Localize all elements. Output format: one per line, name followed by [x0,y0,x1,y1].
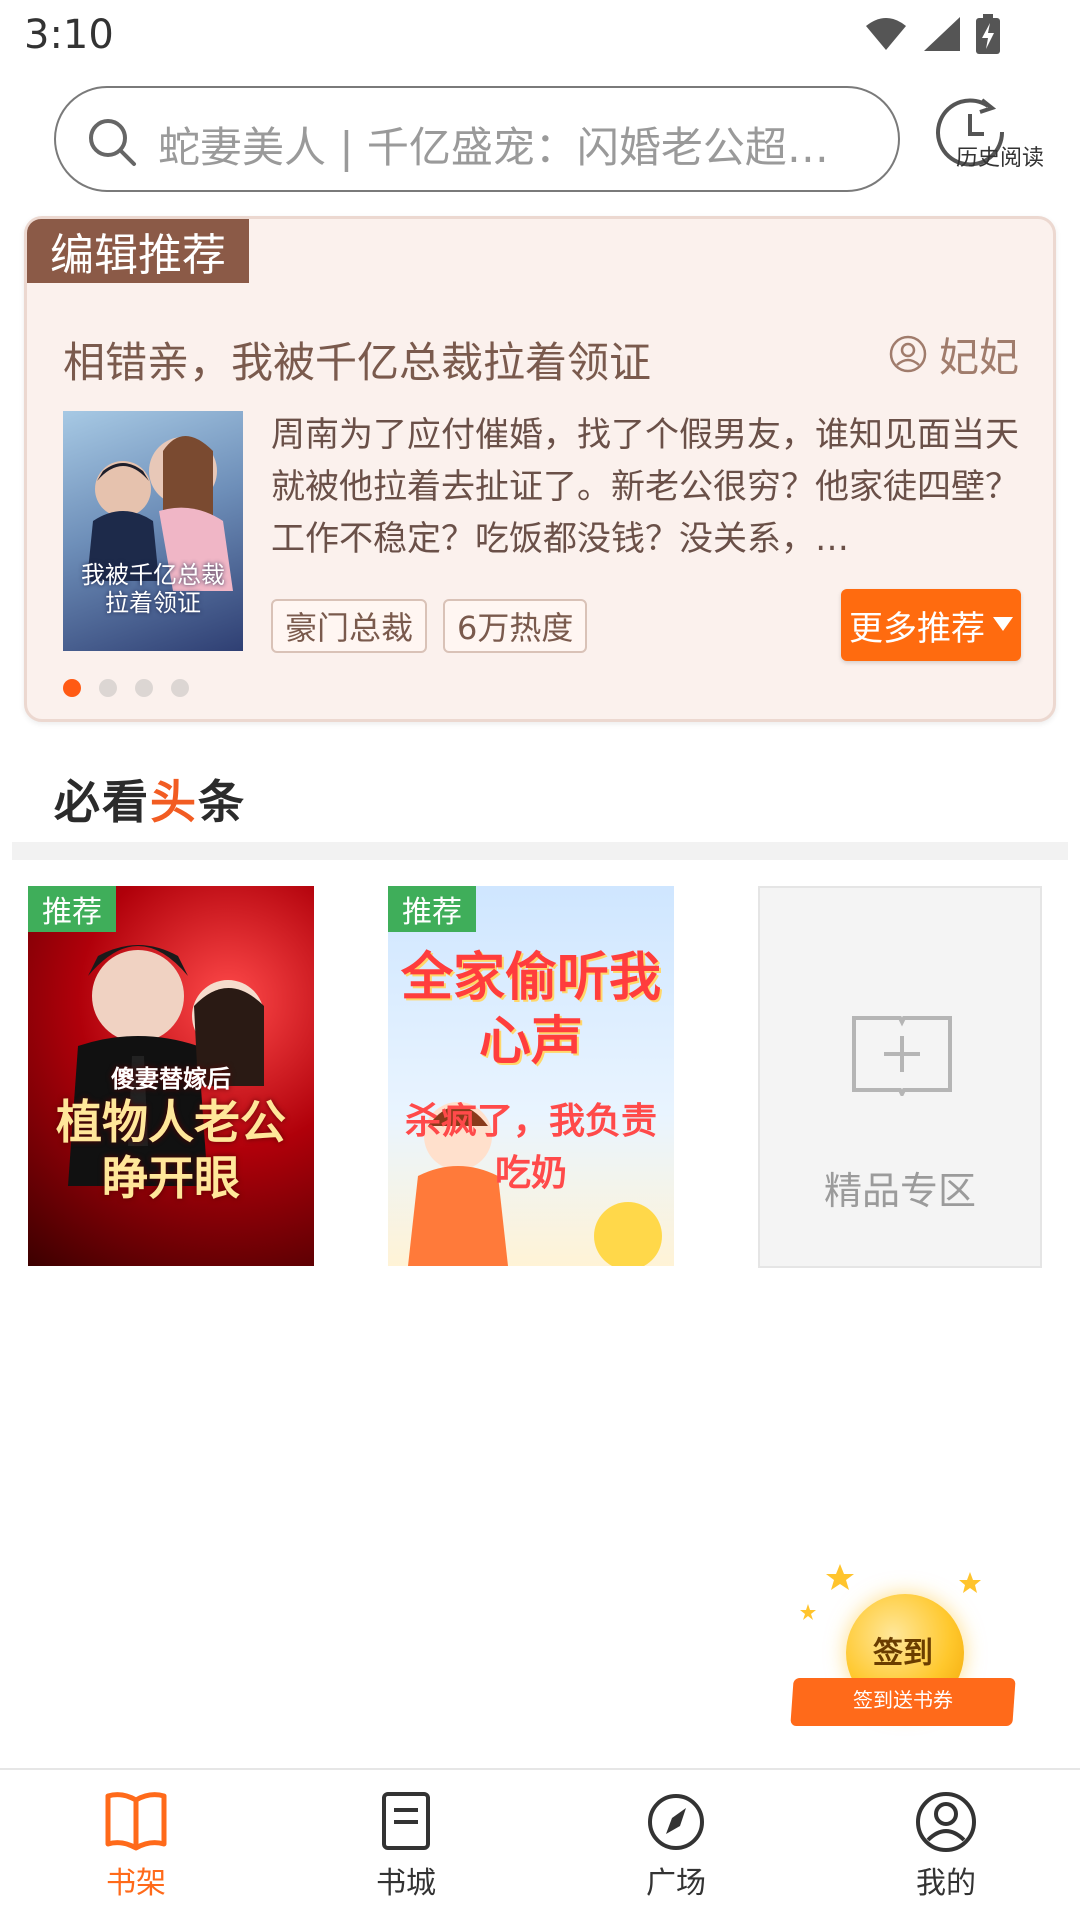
compass-icon [648,1794,704,1850]
author-name: 妃妃 [939,335,1019,381]
book-cover-main-title: 全家偷听我心声 [400,948,661,1072]
premium-zone-label: 精品专区 [823,1169,976,1213]
popularity-chip: 6万热度 [443,599,588,653]
editor-recommend-tag: 编辑推荐 [27,219,249,283]
status-icons [864,14,1000,54]
search-icon [89,119,136,166]
history-reading-label: 历史阅读 [956,146,1045,171]
history-reading-button[interactable]: 历史阅读 [928,96,1052,182]
book-card[interactable]: 推荐 傻妻替嫁后 植物人老公睁开眼 [28,886,314,1266]
search-row: 蛇妻美人 | 千亿盛宠：闪婚老公超能… 历史阅读 [0,86,1080,192]
book-card[interactable]: 推荐 全家偷听我心声 杀疯了，我负责吃奶 [388,886,674,1266]
editor-recommend-card[interactable]: 编辑推荐 相错亲，我被千亿总裁拉着领证 妃妃 我被千亿总裁拉着领证 周南为了应付… [24,216,1056,722]
book-cover-main-title: 植物人老公睁开眼 [56,1095,286,1205]
status-bar: 3:10 [0,0,1080,72]
carousel-dots [63,679,189,697]
status-time: 3:10 [24,12,114,58]
bottom-nav: 书架 书城 广场 我的 [0,1768,1080,1920]
nav-profile[interactable]: 我的 [886,1790,1006,1902]
nav-bookshelf[interactable]: 书架 [76,1790,196,1902]
heading-accent: 头 [150,775,198,829]
heading-prefix: 必看 [54,775,150,829]
nav-plaza[interactable]: 广场 [616,1790,736,1902]
battery-icon [976,14,1000,54]
document-icon [382,1792,430,1850]
search-placeholder: 蛇妻美人 | 千亿盛宠：闪婚老公超能… [158,123,858,172]
carousel-dot-active[interactable] [63,679,81,697]
more-recommend-label: 更多推荐 [849,608,985,649]
cover-illustration [408,1102,662,1266]
signin-subtitle: 签到送书券 [853,1688,953,1712]
genre-chip[interactable]: 豪门总裁 [271,599,428,653]
book-tags: 豪门总裁 6万热度 [271,599,588,653]
section-divider [12,842,1068,860]
search-box[interactable]: 蛇妻美人 | 千亿盛宠：闪婚老公超能… [54,86,900,192]
book-cover-title: 傻妻替嫁后 植物人老公睁开眼 [38,1064,304,1206]
book-cover-subtitle: 傻妻替嫁后 [111,1064,231,1093]
book-cover-subtitle: 杀疯了，我负责吃奶 [404,1101,657,1194]
book-plus-icon [852,1016,952,1096]
nav-bookstore[interactable]: 书城 [346,1790,466,1902]
nav-plaza-label: 广场 [646,1866,706,1901]
more-recommend-button[interactable]: 更多推荐 [841,589,1021,661]
book-open-icon [105,1792,167,1851]
recommend-badge: 推荐 [388,886,476,932]
recommended-book-cover[interactable]: 我被千亿总裁拉着领证 [63,411,243,651]
nav-bookshelf-label: 书架 [106,1866,166,1901]
section-heading-must-read: 必看头条 [54,766,246,832]
carousel-dot[interactable] [171,679,189,697]
wifi-icon [866,18,906,50]
user-icon [916,1792,976,1852]
carousel-dot[interactable] [99,679,117,697]
recommended-book-author[interactable]: 妃妃 [889,325,1019,383]
user-circle-icon [889,335,927,373]
carousel-dot[interactable] [135,679,153,697]
premium-zone-card[interactable]: 精品专区 [758,886,1042,1268]
signin-title: 签到 [873,1636,933,1671]
heading-suffix: 条 [198,775,246,829]
caret-down-icon [993,617,1013,631]
recommended-book-description: 周南为了应付催婚，找了个假男友，谁知见面当天就被他拉着去扯证了。新老公很穷？他家… [271,415,1019,559]
recommend-badge: 推荐 [28,886,116,932]
nav-profile-label: 我的 [916,1866,976,1901]
recommended-book-title[interactable]: 相错亲，我被千亿总裁拉着领证 [63,329,651,390]
nav-bookstore-label: 书城 [376,1866,436,1901]
signin-badge[interactable]: 签到 签到送书券 [788,1560,1018,1740]
cover-title: 我被千亿总裁拉着领证 [81,561,225,617]
signal-icon [924,17,960,51]
